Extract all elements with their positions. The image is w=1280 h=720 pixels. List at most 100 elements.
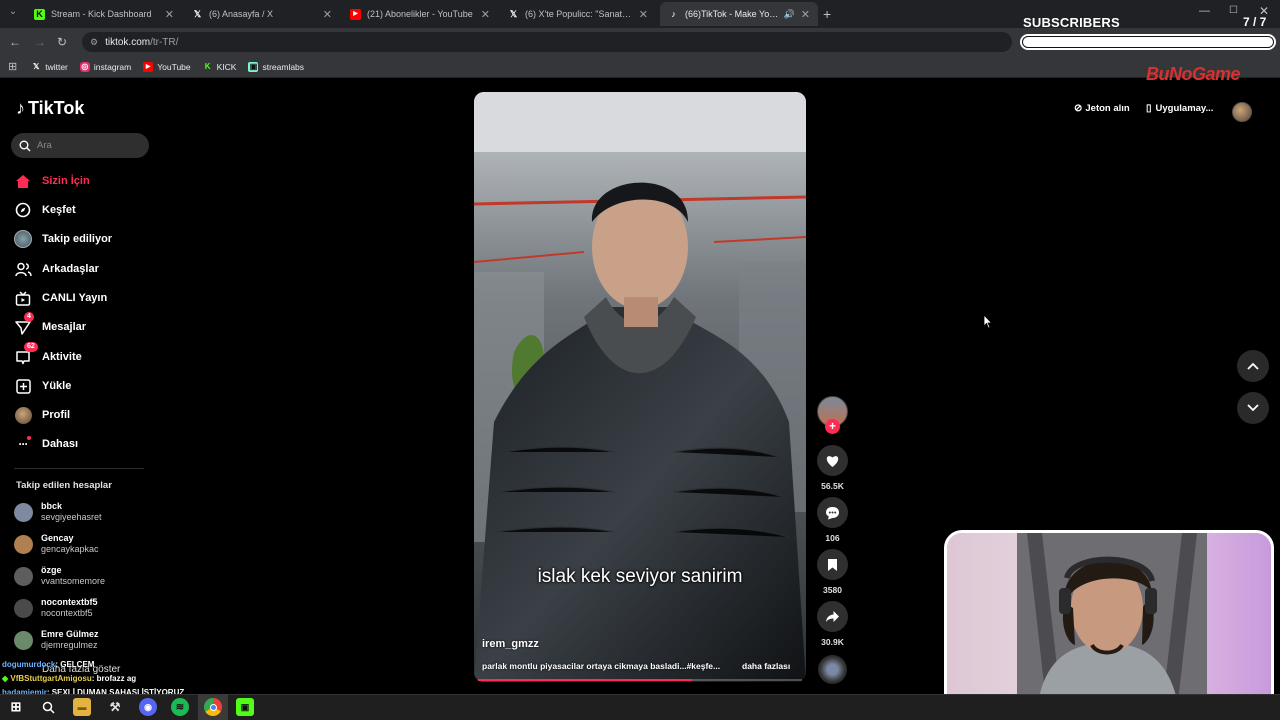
like-button[interactable]: [817, 445, 848, 476]
get-coins-button[interactable]: ⊘ Jeton alın: [1074, 103, 1130, 114]
audio-playing-icon[interactable]: 🔊: [784, 9, 795, 20]
compass-icon: [14, 201, 32, 219]
save-action[interactable]: 3580: [817, 549, 848, 595]
instagram-icon: ◎: [79, 61, 90, 72]
address-bar[interactable]: ⚙ tiktok.com /tr-TR/: [82, 32, 1012, 52]
bookmark-streamlabs[interactable]: ▣ streamlabs: [248, 61, 304, 72]
tiktok-logo[interactable]: ♪ TikTok: [16, 98, 84, 119]
url-path: /tr-TR/: [150, 36, 179, 48]
like-action[interactable]: 56.5K: [817, 445, 848, 491]
following-account[interactable]: özge vvantsomemore: [14, 565, 105, 587]
nav-live[interactable]: CANLI Yayın: [14, 288, 107, 308]
upload-icon: [14, 377, 32, 395]
comment-action[interactable]: 106: [817, 497, 848, 543]
browser-tab[interactable]: 𝕏 (6) X'te Populicc: "Sanatçıların y ✕: [500, 2, 656, 26]
reload-icon[interactable]: ↻: [57, 35, 67, 49]
minimize-icon[interactable]: —: [1199, 5, 1210, 17]
apps-grid-icon[interactable]: ⊞: [8, 60, 17, 73]
browser-tab-active[interactable]: ♪ (66)TikTok - Make Your Day 🔊 ✕: [660, 2, 818, 26]
nav-upload[interactable]: Yükle: [14, 376, 71, 396]
profile-avatar-icon: [14, 406, 32, 424]
next-video-button[interactable]: [1237, 392, 1269, 424]
search-input[interactable]: Ara: [11, 133, 149, 158]
back-icon[interactable]: ←: [9, 35, 21, 49]
browser-tab[interactable]: 𝕏 (6) Anasayfa / X ✕: [184, 2, 340, 26]
site-info-icon[interactable]: ⚙: [90, 37, 98, 48]
close-tab-icon[interactable]: ✕: [801, 8, 810, 21]
forward-icon[interactable]: →: [34, 35, 46, 49]
nav-following[interactable]: Takip ediliyor: [14, 229, 112, 249]
nav-for-you[interactable]: Sizin İçin: [14, 171, 90, 191]
following-account[interactable]: bbck sevgiyeehasret: [14, 501, 102, 523]
comment-count: 106: [825, 533, 840, 543]
video-progress-fill: [478, 679, 692, 681]
bookmark-kick[interactable]: K KICK: [203, 62, 237, 72]
video-caption: islak kek seviyor sanirim: [537, 566, 743, 587]
discord-icon[interactable]: ◉: [139, 698, 157, 716]
video-description-more[interactable]: daha fazlası: [742, 661, 790, 671]
user-avatar[interactable]: [1232, 102, 1252, 122]
close-tab-icon[interactable]: ✕: [639, 8, 648, 21]
tiktok-icon: ♪: [671, 8, 676, 19]
follow-creator-button[interactable]: +: [825, 419, 840, 434]
live-tv-icon: [14, 289, 32, 307]
youtube-icon: ▶: [143, 61, 154, 72]
avatar: [14, 598, 33, 618]
following-account[interactable]: nocontextbf5 nocontextbf5: [14, 597, 98, 619]
save-count: 3580: [823, 585, 842, 595]
new-tab-button[interactable]: +: [823, 6, 831, 22]
nav-profile[interactable]: Profil: [14, 405, 70, 425]
bookmark-instagram[interactable]: ◎ instagram: [79, 61, 131, 72]
video-author[interactable]: irem_gmzz: [482, 638, 539, 650]
spotify-icon[interactable]: ≋: [171, 698, 189, 716]
streamlabs-icon[interactable]: ▣: [236, 698, 254, 716]
browser-tab[interactable]: K Stream - Kick Dashboard ✕: [26, 2, 182, 26]
nav-messages[interactable]: 4 Mesajlar: [14, 312, 86, 337]
close-tab-icon[interactable]: ✕: [323, 8, 332, 21]
chat-message: ◆ VfBStuttgartAmigosu: brofazz ag: [2, 674, 137, 683]
windows-start-icon[interactable]: ⊞: [7, 698, 25, 716]
tool-icon[interactable]: ⚒: [106, 698, 124, 716]
get-app-button[interactable]: ▯ Uygulamay...: [1146, 103, 1213, 114]
close-tab-icon[interactable]: ✕: [165, 8, 174, 21]
chrome-icon[interactable]: [204, 698, 222, 716]
chevron-down-icon: [1247, 404, 1259, 412]
close-tab-icon[interactable]: ✕: [481, 8, 490, 21]
more-dots-icon: ···: [14, 435, 32, 453]
heart-icon: [826, 455, 839, 467]
following-avatar-icon: [14, 230, 32, 248]
following-account[interactable]: Gencay gencaykapkac: [14, 533, 99, 555]
previous-video-button[interactable]: [1237, 350, 1269, 382]
nav-explore[interactable]: Keşfet: [14, 200, 76, 220]
search-icon[interactable]: [39, 698, 57, 716]
bookmark-icon: [828, 558, 837, 571]
following-account[interactable]: Emre Gülmez djemregulmez: [14, 629, 99, 651]
share-action[interactable]: 30.9K: [817, 601, 848, 647]
tiktok-icon: ♪: [16, 98, 25, 118]
share-button[interactable]: [817, 601, 848, 632]
youtube-icon: ▶: [350, 8, 361, 20]
bookmarks-bar: ⊞ 𝕏twitter ◎ instagram ▶ YouTube K KICK ▣ st…: [0, 56, 1280, 78]
music-disc-icon[interactable]: [818, 655, 847, 684]
save-button[interactable]: [817, 549, 848, 580]
search-placeholder: Ara: [37, 140, 52, 151]
avatar: [14, 534, 33, 554]
nav-more[interactable]: ··· Dahası: [14, 434, 78, 454]
x-icon: 𝕏: [193, 8, 202, 19]
maximize-icon[interactable]: ☐: [1229, 5, 1238, 16]
bookmark-youtube[interactable]: ▶ YouTube: [143, 61, 191, 72]
search-icon: [19, 140, 31, 151]
browser-tab[interactable]: ▶ (21) Abonelikler - YouTube ✕: [342, 2, 498, 26]
following-accounts-title: Takip edilen hesaplar: [16, 480, 112, 491]
comment-button[interactable]: [817, 497, 848, 528]
bookmark-twitter[interactable]: 𝕏twitter: [31, 62, 68, 72]
nav-friends[interactable]: Arkadaşlar: [14, 259, 99, 279]
nav-activity[interactable]: 62 Aktivite: [14, 342, 82, 367]
video-description: parlak montlu piyasacilar ortaya cikmaya…: [482, 661, 721, 671]
brand-logo: BuNoGame: [1146, 64, 1241, 84]
tab-search-icon[interactable]: ⌄: [6, 6, 20, 20]
url-host: tiktok.com: [105, 36, 151, 48]
file-explorer-icon[interactable]: ▬: [73, 698, 91, 716]
avatar: [14, 630, 33, 650]
video-player[interactable]: [474, 92, 806, 682]
